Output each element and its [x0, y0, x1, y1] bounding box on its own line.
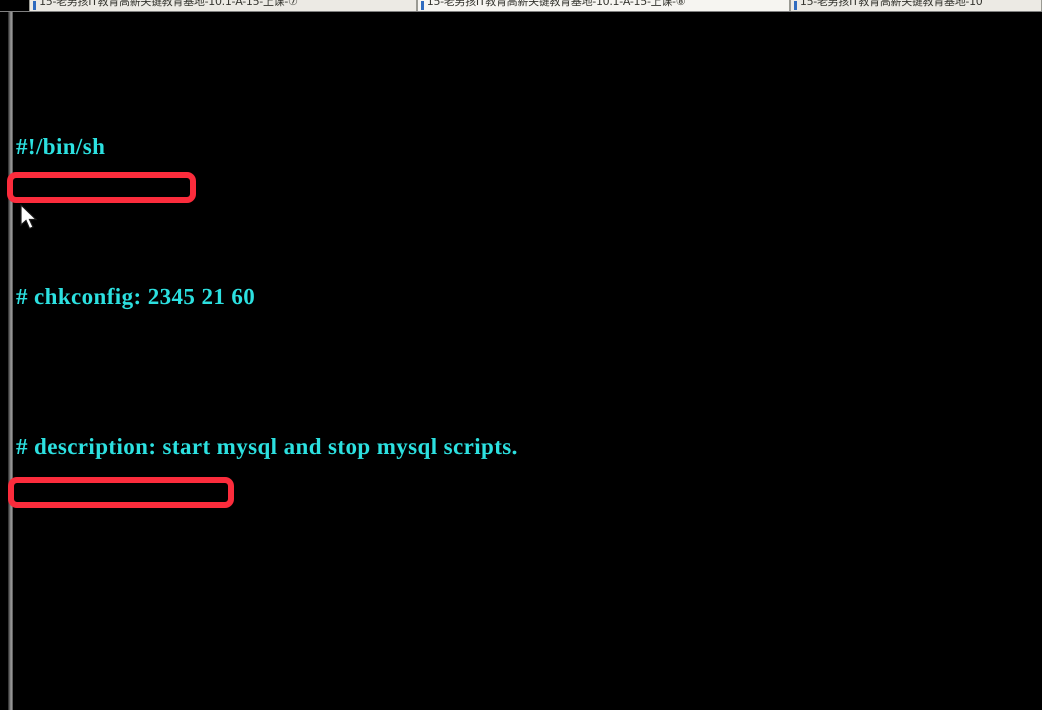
session-tab-3[interactable]: 15-老男孩IT教育高薪关键教育基地-10: [789, 0, 1042, 11]
terminal-left-margin: [0, 12, 8, 710]
tab-indicator-icon: [420, 1, 424, 10]
code-line-1: #!/bin/sh: [16, 132, 1036, 162]
code-token-chkconfig: # chkconfig: 2345 21 60: [16, 284, 256, 309]
code-token-shebang: #!/bin/sh: [16, 134, 106, 159]
tab-indicator-icon: [793, 1, 797, 10]
code-line-2: # chkconfig: 2345 21 60: [16, 282, 1036, 312]
session-tab-label: 15-老男孩IT教育高薪关键教育基地-10: [799, 0, 983, 8]
session-tab-label: 15-老男孩IT教育高薪关键教育基地-10.1-A-15-上课-⑦: [39, 0, 298, 8]
vim-buffer[interactable]: #!/bin/sh # chkconfig: 2345 21 60 # desc…: [16, 12, 1036, 710]
session-tab-label: 15-老男孩IT教育高薪关键教育基地-10.1-A-15-上课-⑧: [426, 0, 686, 8]
code-line-3: # description: start mysql and stop mysq…: [16, 432, 1036, 462]
code-token-description: # description: start mysql and stop mysq…: [16, 434, 518, 459]
tab-strip-gutter: [0, 0, 30, 11]
window-tab-strip[interactable]: 15-老男孩IT教育高薪关键教育基地-10.1-A-15-上课-⑦ 15-老男孩…: [0, 0, 1042, 12]
terminal-window: 15-老男孩IT教育高薪关键教育基地-10.1-A-15-上课-⑦ 15-老男孩…: [0, 0, 1042, 710]
session-tab-1[interactable]: 15-老男孩IT教育高薪关键教育基地-10.1-A-15-上课-⑦: [29, 0, 417, 11]
vim-window-left-border: [8, 12, 13, 710]
session-tab-2[interactable]: 15-老男孩IT教育高薪关键教育基地-10.1-A-15-上课-⑧: [416, 0, 790, 11]
tab-indicator-icon: [33, 1, 37, 10]
terminal-screen[interactable]: #!/bin/sh # chkconfig: 2345 21 60 # desc…: [0, 12, 1042, 710]
